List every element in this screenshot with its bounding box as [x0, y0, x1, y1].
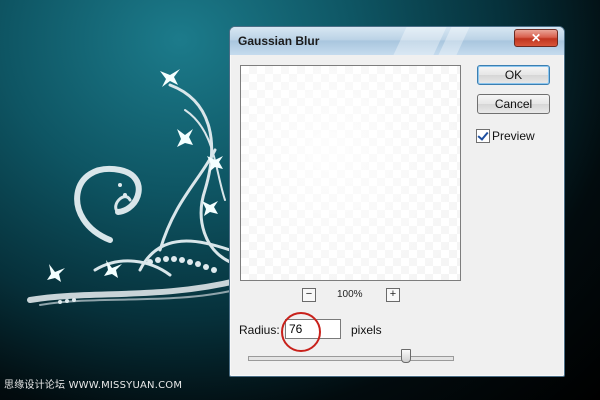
title-bar-shine — [393, 27, 447, 55]
plus-icon: + — [389, 288, 397, 300]
close-x-icon: ✕ — [530, 31, 542, 45]
close-button[interactable]: ✕ — [514, 29, 558, 47]
preview-label[interactable]: Preview — [492, 129, 535, 143]
dialog-title: Gaussian Blur — [238, 34, 320, 48]
radius-slider-thumb[interactable] — [401, 349, 412, 363]
preview-checkbox[interactable] — [476, 129, 490, 143]
minus-icon: − — [305, 288, 313, 300]
zoom-out-button[interactable]: − — [302, 288, 316, 302]
watermark: 思缘设计论坛 WWW.MISSYUAN.COM — [4, 380, 183, 391]
zoom-level: 100% — [337, 289, 363, 300]
cancel-button[interactable]: Cancel — [477, 94, 550, 114]
blur-preview-pane[interactable] — [240, 65, 461, 281]
radius-slider-track[interactable] — [248, 356, 454, 361]
gaussian-blur-dialog: Gaussian Blur ✕ − 100% + OK Cancel Previ… — [229, 26, 565, 377]
preview-image — [241, 66, 460, 280]
radius-units-label: pixels — [351, 323, 382, 337]
zoom-in-button[interactable]: + — [386, 288, 400, 302]
annotation-highlight-circle — [281, 312, 321, 352]
dialog-title-bar[interactable]: Gaussian Blur ✕ — [230, 27, 564, 55]
ok-button[interactable]: OK — [477, 65, 550, 85]
radius-label: Radius: — [239, 323, 280, 337]
